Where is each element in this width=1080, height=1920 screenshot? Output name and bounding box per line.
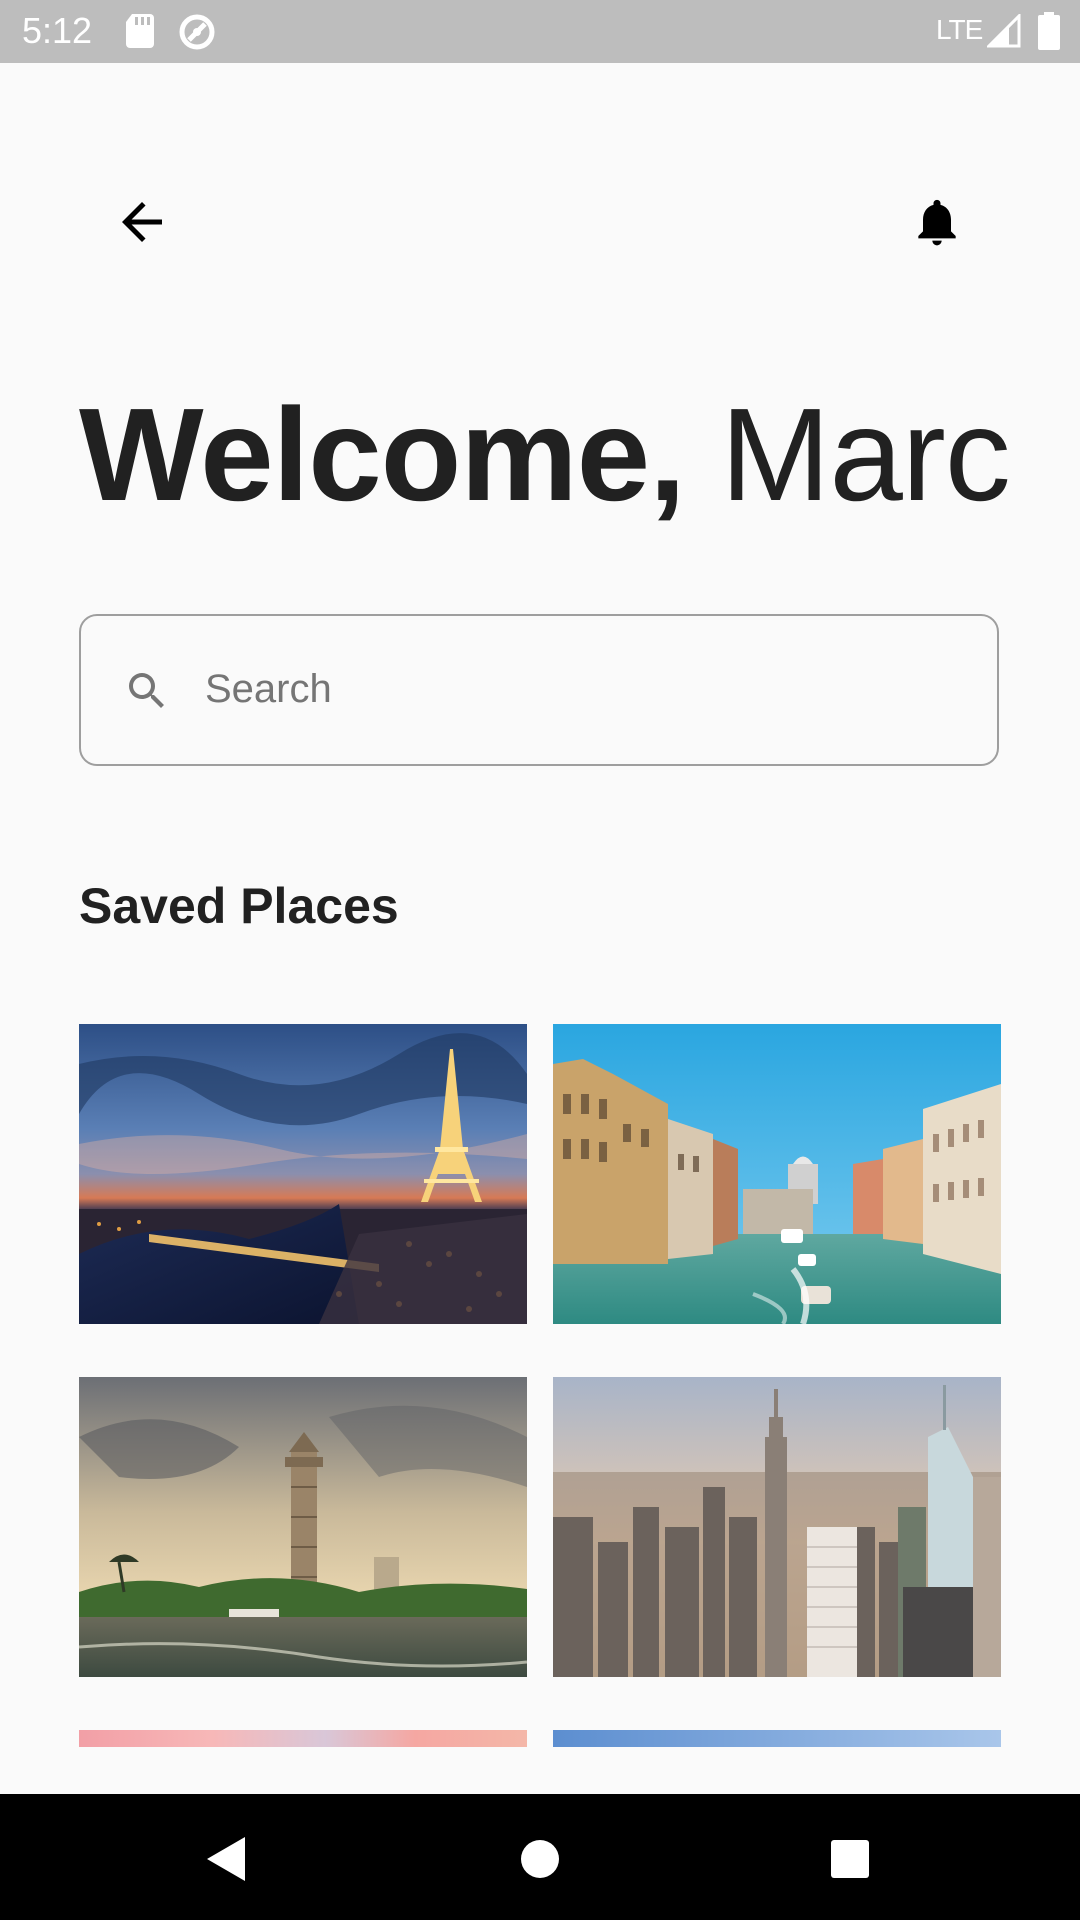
nav-recents-button[interactable] xyxy=(815,1824,885,1894)
saved-place-card[interactable] xyxy=(79,1024,527,1324)
paris-eiffel-tower-image xyxy=(79,1024,527,1324)
battery-icon xyxy=(1038,12,1060,50)
blue-sky-image xyxy=(553,1730,1001,1747)
saved-places-title: Saved Places xyxy=(79,878,399,934)
signal-icon xyxy=(987,14,1021,48)
sync-icon xyxy=(179,14,215,50)
nav-recents-icon xyxy=(831,1840,869,1878)
back-arrow-icon xyxy=(122,202,162,242)
nav-back-button[interactable] xyxy=(190,1824,260,1894)
venice-canal-image xyxy=(553,1024,1001,1324)
welcome-heading: Welcome, Marc xyxy=(79,380,1011,530)
sd-card-icon xyxy=(126,14,154,48)
saved-place-card[interactable] xyxy=(79,1730,527,1747)
search-box[interactable] xyxy=(79,614,999,766)
network-type: LTE xyxy=(936,14,983,45)
new-york-skyline-image xyxy=(553,1377,1001,1677)
pink-sunset-image xyxy=(79,1730,527,1747)
nav-home-button[interactable] xyxy=(505,1824,575,1894)
cairo-tower-image xyxy=(79,1377,527,1677)
saved-place-card[interactable] xyxy=(553,1730,1001,1747)
nav-back-icon xyxy=(207,1837,245,1881)
search-icon xyxy=(129,673,164,708)
status-time: 5:12 xyxy=(22,10,93,51)
saved-place-card[interactable] xyxy=(553,1377,1001,1677)
nav-home-icon xyxy=(521,1840,559,1878)
bell-icon xyxy=(918,199,956,246)
welcome-user-name: Marc xyxy=(720,381,1010,528)
status-bar: 5:12 LTE xyxy=(0,0,1080,63)
welcome-greeting: Welcome, xyxy=(79,381,686,528)
saved-place-card[interactable] xyxy=(553,1024,1001,1324)
back-button[interactable] xyxy=(100,180,184,264)
system-nav-bar xyxy=(0,1794,1080,1920)
search-input[interactable] xyxy=(205,646,965,732)
saved-place-card[interactable] xyxy=(79,1377,527,1677)
notifications-button[interactable] xyxy=(895,180,979,264)
app-screen: 5:12 LTE Welcome, Marc Search Saved Plac… xyxy=(0,0,1080,1920)
